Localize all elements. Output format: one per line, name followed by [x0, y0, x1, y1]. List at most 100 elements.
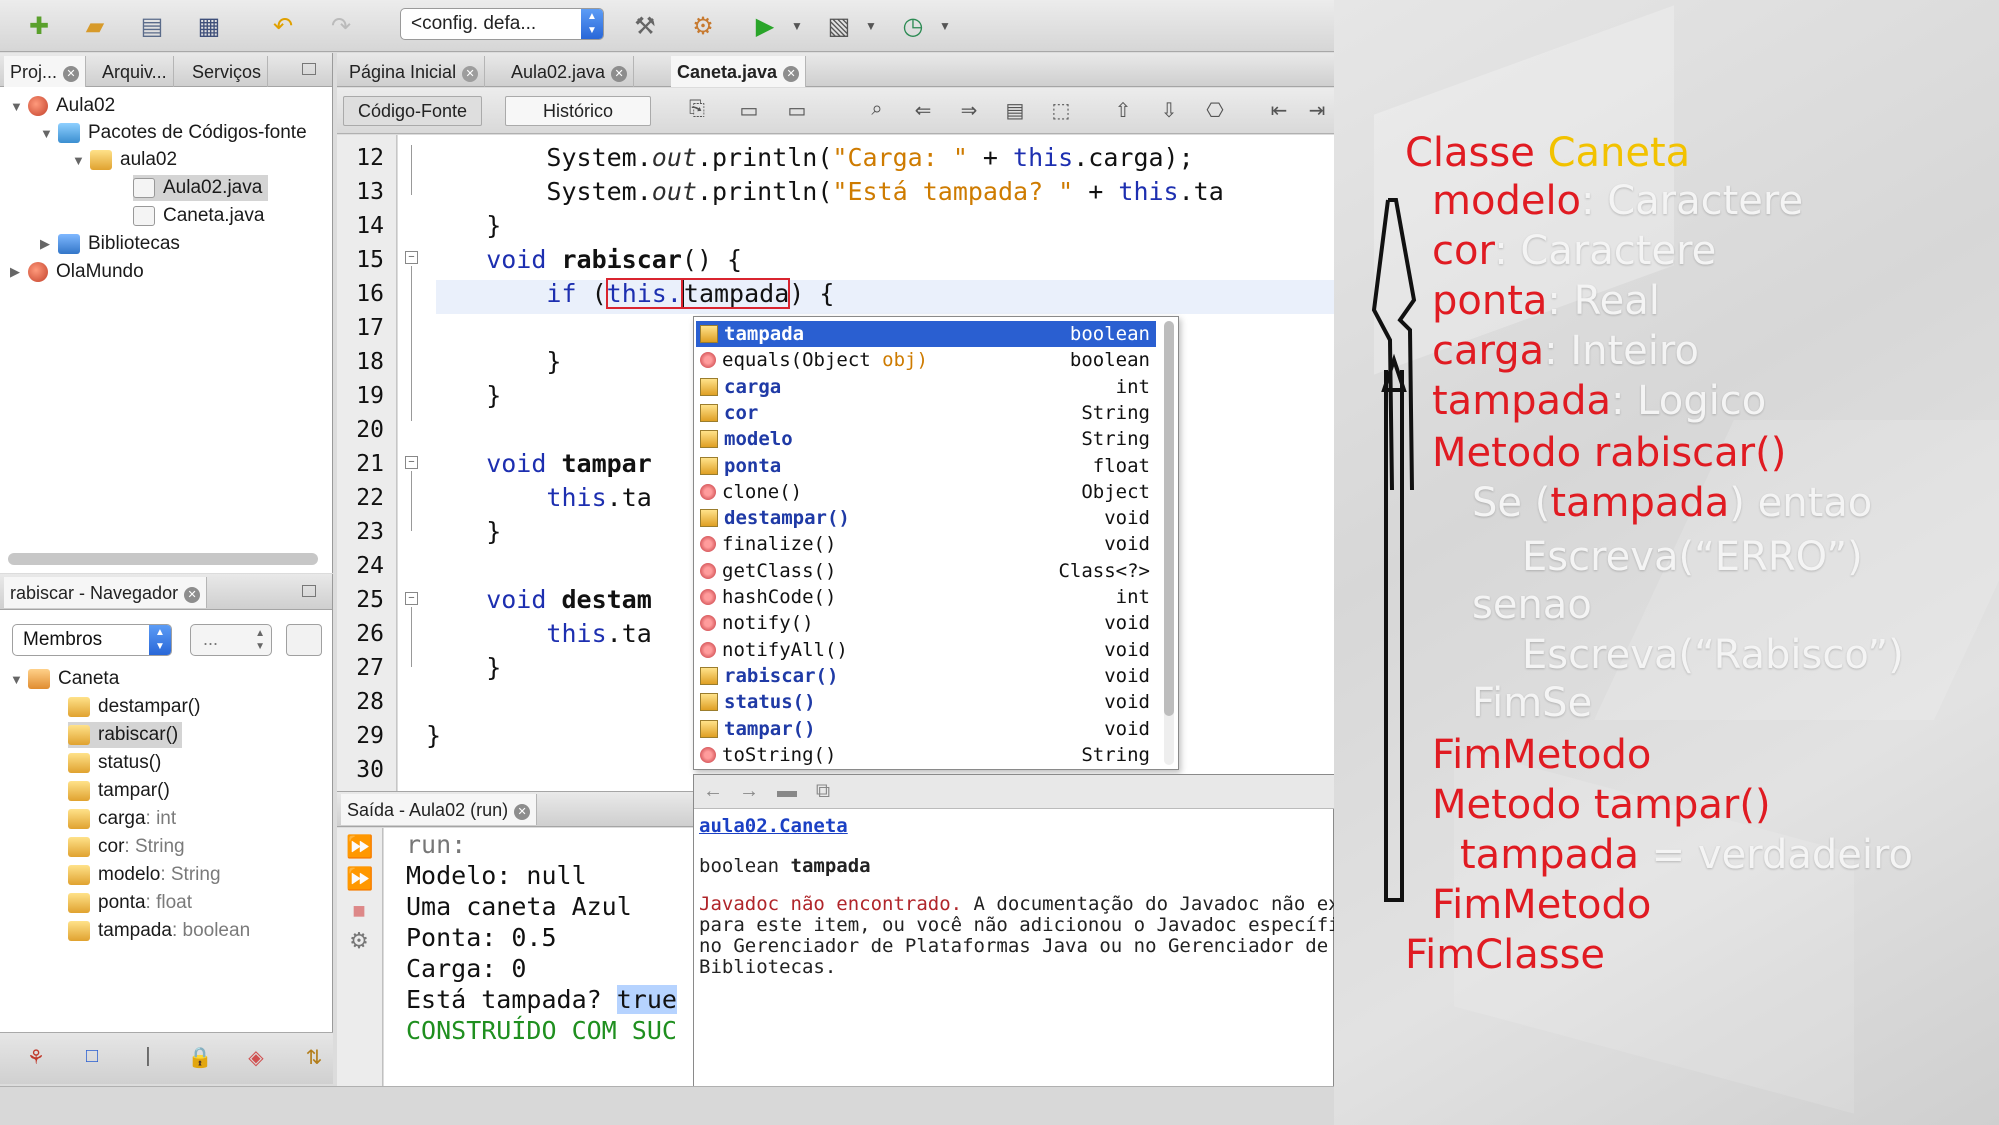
close-icon[interactable]: ✕ — [184, 587, 201, 603]
shift-right-icon[interactable]: ⇥ — [1303, 98, 1331, 126]
find-icon[interactable]: ⌕ — [863, 98, 891, 126]
minimize-icon[interactable] — [302, 585, 316, 597]
collapsed-icon[interactable]: ▶ — [40, 236, 58, 252]
tab-caneta-java[interactable]: Caneta.java ✕ — [671, 56, 807, 87]
expanded-icon[interactable]: ▼ — [40, 126, 58, 141]
tab-aula02-java[interactable]: Aula02.java ✕ — [505, 56, 635, 87]
member-item[interactable]: status() — [68, 750, 161, 776]
completion-scrollbar[interactable] — [1164, 321, 1174, 765]
completion-item[interactable]: finalize() void — [696, 531, 1156, 557]
open-browser-icon[interactable]: ⧉ — [810, 780, 836, 804]
expanded-icon[interactable]: ▼ — [72, 153, 90, 168]
undo-icon[interactable]: ↶ — [266, 9, 300, 43]
debug-dropdown-icon[interactable]: ▼ — [854, 9, 888, 43]
rerun-with-options-icon[interactable]: ⏩ — [346, 866, 373, 892]
hide-inner-classes-icon[interactable]: ◈ — [242, 1045, 270, 1073]
expanded-icon[interactable]: ▼ — [10, 99, 28, 114]
sort-icon[interactable]: ⇅ — [300, 1045, 328, 1073]
member-item[interactable]: carga : int — [68, 806, 176, 832]
tab-navigator[interactable]: rabiscar - Navegador ✕ — [4, 577, 208, 608]
tab-projects[interactable]: Proj... ✕ — [4, 56, 87, 87]
tree-item-aula02[interactable]: ▼ Aula02 — [10, 93, 115, 119]
tab-output[interactable]: Saída - Aula02 (run) ✕ — [341, 794, 538, 825]
hide-nonpublic-icon[interactable]: 🔒 — [186, 1045, 214, 1073]
code-completion-popup[interactable]: tampada boolean equals(Object obj) boolean c… — [693, 316, 1179, 770]
show-inherited-icon[interactable]: ⚘ — [22, 1045, 50, 1073]
last-edit-icon[interactable]: ⎘ — [683, 98, 711, 126]
completion-item[interactable]: tampar() void — [696, 716, 1156, 742]
settings-icon[interactable]: ⚙ — [346, 928, 372, 954]
expanded-icon[interactable]: ▼ — [10, 672, 28, 687]
debug-icon[interactable]: ▧ — [822, 9, 856, 43]
completion-item[interactable]: tampada boolean — [696, 321, 1156, 347]
fold-toggle-icon[interactable]: − — [405, 456, 418, 469]
tab-services[interactable]: Serviços — [186, 56, 269, 87]
toggle-bookmark-icon[interactable]: ⎔ — [1201, 98, 1229, 126]
member-item[interactable]: rabiscar() — [68, 722, 183, 748]
completion-item[interactable]: destampar() void — [696, 505, 1156, 531]
members-filter-select[interactable]: Membros ▲ ▼ — [12, 624, 172, 656]
collapsed-icon[interactable]: ▶ — [10, 264, 28, 280]
hide-fields-icon[interactable]: □ — [78, 1045, 106, 1073]
config-select[interactable]: <config. defa... ▲ ▼ — [400, 8, 604, 40]
run-icon[interactable]: ▶ — [748, 9, 782, 43]
profile-icon[interactable]: ◷ — [896, 9, 930, 43]
completion-item[interactable]: toString() String — [696, 742, 1156, 768]
completion-item[interactable]: status() void — [696, 689, 1156, 715]
javadoc-class-link[interactable]: aula02.Caneta — [699, 815, 848, 837]
completion-item[interactable]: carga int — [696, 374, 1156, 400]
member-item[interactable]: cor : String — [68, 834, 185, 860]
scrollbar-thumb[interactable] — [1164, 321, 1174, 716]
close-icon[interactable]: ✕ — [611, 66, 628, 82]
fold-toggle-icon[interactable]: − — [405, 592, 418, 605]
find-next-icon[interactable]: ⇒ — [955, 98, 983, 126]
stop-icon[interactable]: ■ — [346, 898, 372, 924]
clean-build-icon[interactable]: ⚙ — [686, 9, 720, 43]
member-item[interactable]: tampar() — [68, 778, 170, 804]
minimize-icon[interactable] — [302, 63, 316, 75]
run-dropdown-icon[interactable]: ▼ — [780, 9, 814, 43]
secondary-filter-select[interactable]: ... ▲ ▼ — [190, 624, 272, 656]
find-previous-icon[interactable]: ⇐ — [909, 98, 937, 126]
source-view-button[interactable]: Código-Fonte — [343, 96, 483, 126]
member-item[interactable]: destampar() — [68, 694, 200, 720]
tree-item-source-packages[interactable]: ▼ Pacotes de Códigos-fonte — [40, 120, 307, 146]
history-view-button[interactable]: Histórico — [505, 96, 651, 126]
completion-item[interactable]: notifyAll() void — [696, 637, 1156, 663]
hide-static-icon[interactable]: | — [134, 1045, 162, 1073]
new-file-icon[interactable]: ✚ — [22, 9, 56, 43]
member-item[interactable]: ponta : float — [68, 890, 192, 916]
completion-item[interactable]: notify() void — [696, 610, 1156, 636]
close-icon[interactable]: ✕ — [514, 804, 531, 820]
next-bookmark-icon[interactable]: ⇩ — [1155, 98, 1183, 126]
toggle-highlight-icon[interactable]: ▤ — [1001, 98, 1029, 126]
horizontal-scrollbar[interactable] — [8, 553, 318, 565]
prev-bookmark-icon[interactable]: ⇧ — [1109, 98, 1137, 126]
rerun-icon[interactable]: ⏩ — [346, 834, 373, 860]
tree-item-package-aula02[interactable]: ▼ aula02 — [72, 147, 177, 173]
toggle-rect-select-icon[interactable]: ⬚ — [1047, 98, 1075, 126]
open-source-icon[interactable]: ▬ — [774, 780, 800, 804]
tree-item-olamundo[interactable]: ▶ OlaMundo — [10, 259, 144, 285]
back-arrow-icon[interactable]: ← — [700, 780, 726, 804]
member-item[interactable]: modelo : String — [68, 862, 221, 888]
fold-toggle-icon[interactable]: − — [405, 251, 418, 264]
completion-item[interactable]: clone() Object — [696, 479, 1156, 505]
build-icon[interactable]: ⚒ — [628, 9, 662, 43]
completion-item[interactable]: cor String — [696, 400, 1156, 426]
completion-item[interactable]: equals(Object obj) boolean — [696, 347, 1156, 373]
navigator-options-button[interactable] — [286, 624, 322, 656]
profile-dropdown-icon[interactable]: ▼ — [928, 9, 962, 43]
tree-item-class-caneta[interactable]: ▼ Caneta — [10, 666, 119, 692]
save-all-icon[interactable]: ▦ — [192, 9, 226, 43]
tree-item-caneta-java[interactable]: Caneta.java — [133, 203, 264, 229]
member-item[interactable]: tampada : boolean — [68, 918, 250, 944]
new-project-icon[interactable]: ▰ — [78, 9, 112, 43]
shift-left-icon[interactable]: ⇤ — [1265, 98, 1293, 126]
tree-item-libraries[interactable]: ▶ Bibliotecas — [40, 231, 180, 257]
redo-icon[interactable]: ↷ — [324, 9, 358, 43]
tab-files[interactable]: Arquiv... — [96, 56, 174, 87]
completion-item[interactable]: ponta float — [696, 453, 1156, 479]
close-icon[interactable]: ✕ — [462, 66, 479, 82]
forward-arrow-icon[interactable]: → — [736, 780, 762, 804]
